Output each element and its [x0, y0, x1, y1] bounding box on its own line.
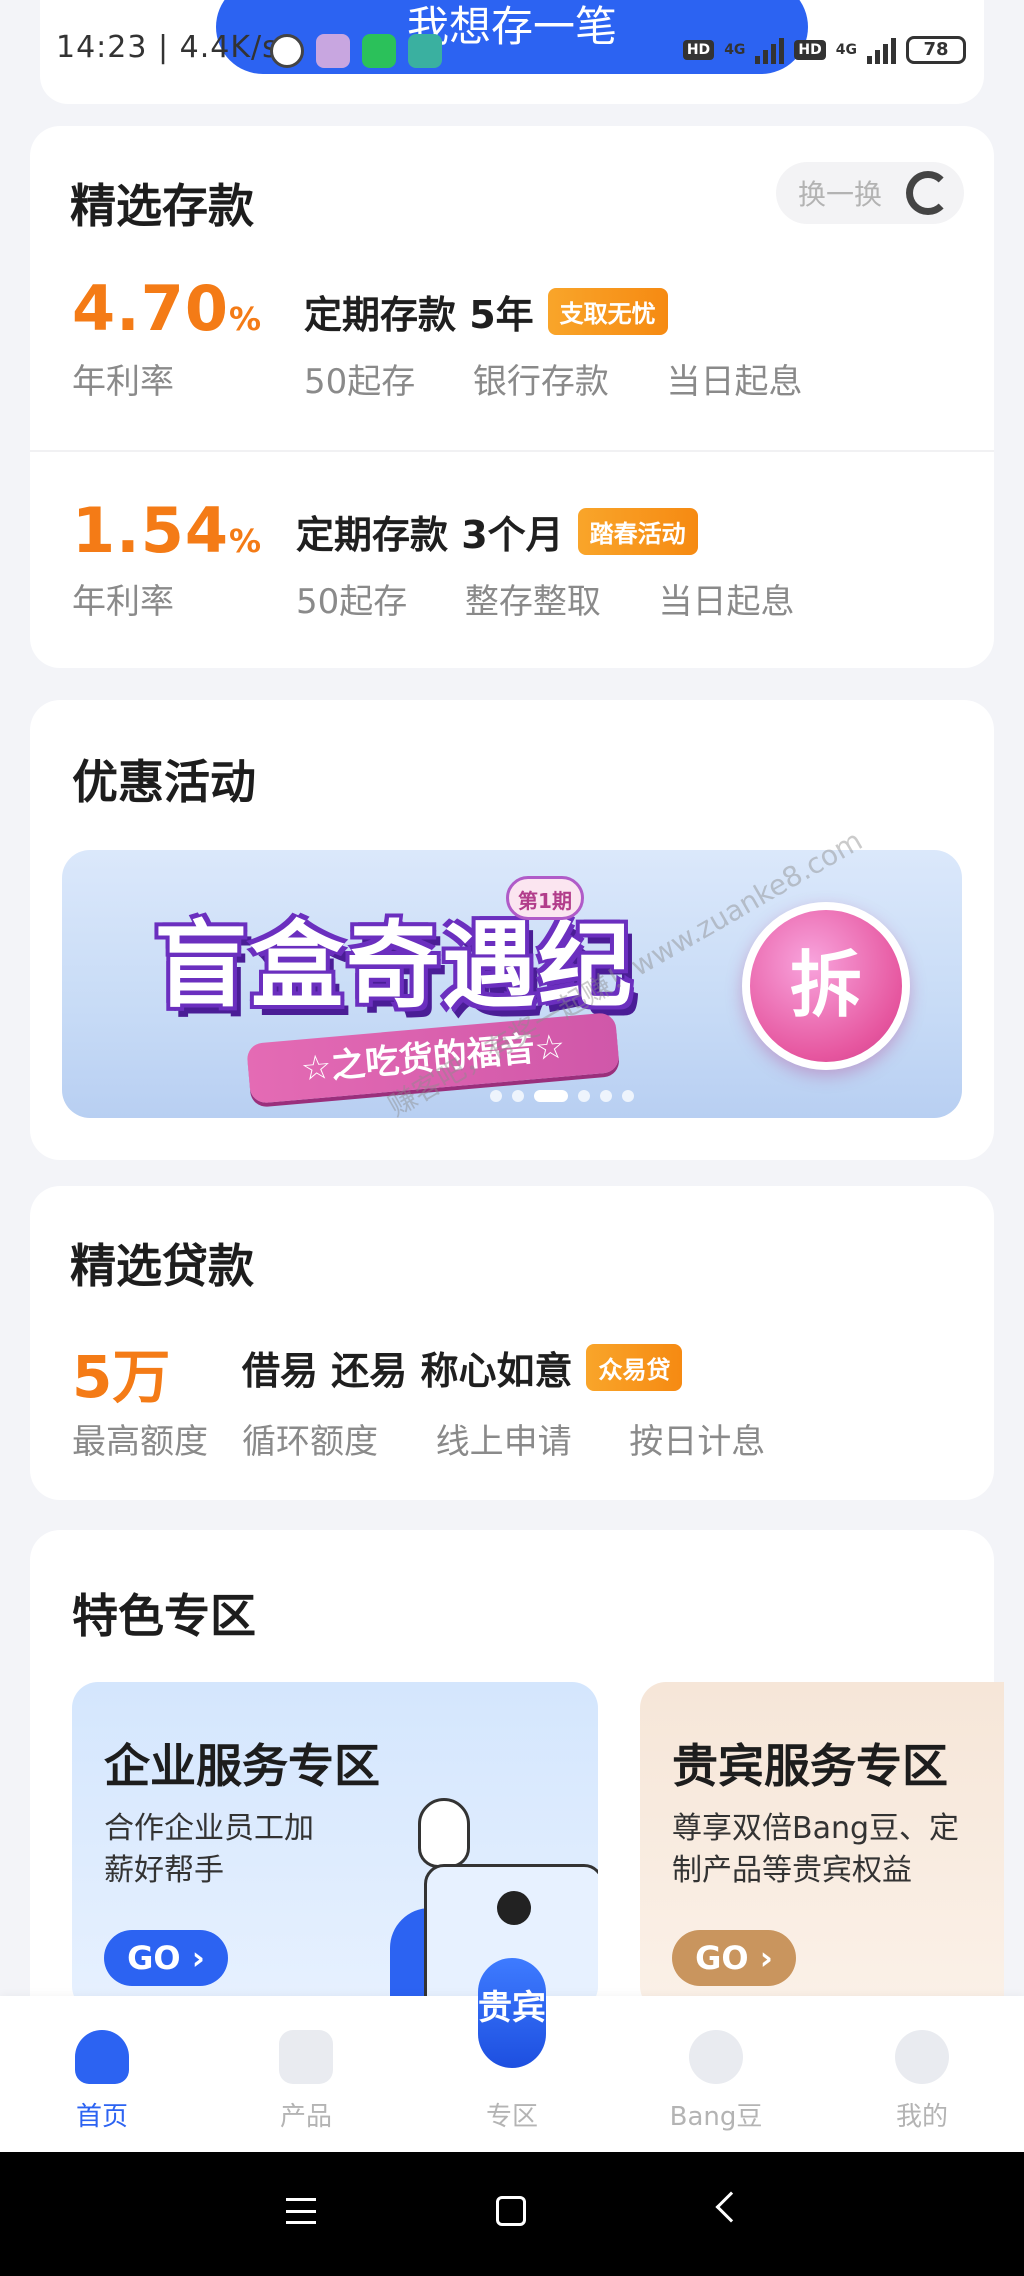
deposit-rate: 4.70% [72, 272, 262, 345]
hd-icon: HD [682, 40, 715, 60]
features-title: 特色专区 [72, 1589, 256, 1643]
tab-zone[interactable]: 专区 [452, 2030, 572, 2133]
status-right: HD 4G HD 4G 78 [682, 32, 966, 68]
banner-open-button[interactable]: 拆 [742, 902, 910, 1070]
bean-icon [689, 2030, 743, 2084]
deposit-name-row: 定期存款 5年 支取无忧 [304, 284, 668, 339]
loan-amount-label: 最高额度 [72, 1422, 208, 1462]
tab-products[interactable]: 产品 [246, 2030, 366, 2133]
go-button[interactable]: GO › [672, 1930, 796, 1986]
gallery-icon [316, 34, 350, 68]
refresh-button[interactable]: 换一换 [776, 162, 964, 224]
tab-profile[interactable]: 我的 [862, 2030, 982, 2133]
loan-tag: 众易贷 [586, 1344, 683, 1391]
product-icon [279, 2030, 333, 2084]
signal-icon [755, 36, 785, 64]
menu-icon[interactable] [286, 2198, 316, 2224]
profile-icon [895, 2030, 949, 2084]
status-time: 14:23 | 4.4K/s [56, 30, 279, 65]
banner-issue-badge: 第1期 [506, 876, 584, 920]
zone-desc: 合作企业员工加薪好帮手 [104, 1811, 314, 1888]
shield-icon [408, 34, 442, 68]
deposit-name: 定期存款 3个月 [296, 513, 564, 557]
deposits-title: 精选存款 [70, 179, 254, 233]
home-icon [75, 2030, 129, 2084]
promo-banner[interactable]: 盲盒奇遇纪 第1期 ☆之吃货的福音☆ 拆 [62, 850, 962, 1118]
hd-icon-2: HD [794, 40, 826, 60]
deposit-tag: 支取无忧 [547, 288, 668, 335]
deposit-rate-label: 年利率 [72, 362, 174, 402]
deposit-item-2[interactable]: 1.54% 年利率 定期存款 3个月 踏春活动 50起存 整存整取 当日起息 [30, 482, 994, 652]
deposit-rate-label: 年利率 [72, 582, 174, 622]
status-bar: 14:23 | 4.4K/s HD 4G HD 4G 78 [0, 0, 1024, 100]
tab-home[interactable]: 首页 [42, 2030, 162, 2133]
battery-icon: 78 [906, 36, 966, 64]
zone-desc: 尊享双倍Bang豆、定制产品等贵宾权益 [672, 1811, 960, 1888]
promotions-title: 优惠活动 [72, 755, 256, 809]
zone-card-vip[interactable]: 贵宾服务专区 尊享双倍Bang豆、定制产品等贵宾权益 GO › [640, 1682, 1004, 2012]
wechat-icon [362, 34, 396, 68]
alarm-icon [270, 34, 304, 68]
zone-title: 企业服务专区 [104, 1739, 380, 1793]
tab-bang-bean[interactable]: Bang豆 [656, 2030, 776, 2133]
deposit-name: 定期存款 5年 [304, 293, 534, 337]
loan-features: 循环额度 线上申请 按日计息 [242, 1422, 766, 1462]
signal-icon-2 [867, 36, 896, 64]
deposit-rate: 1.54% [72, 494, 262, 567]
loan-name-row: 借易 还易 称心如意 众易贷 [242, 1340, 683, 1395]
loans-title: 精选贷款 [70, 1239, 254, 1293]
deposit-features: 50起存 银行存款 当日起息 [304, 362, 803, 402]
deposit-features: 50起存 整存整取 当日起息 [296, 582, 795, 622]
deposit-name-row: 定期存款 3个月 踏春活动 [296, 504, 698, 559]
deposit-tag: 踏春活动 [577, 508, 698, 555]
loan-amount: 5万 [72, 1343, 171, 1411]
carousel-dots [490, 1090, 634, 1102]
loan-item[interactable]: 5万 最高额度 借易 还易 称心如意 众易贷 循环额度 线上申请 按日计息 [30, 1330, 994, 1470]
home-square-icon[interactable] [496, 2196, 526, 2226]
deposit-item-1[interactable]: 4.70% 年利率 定期存款 5年 支取无忧 50起存 银行存款 当日起息 [30, 262, 994, 440]
go-button[interactable]: GO › [104, 1930, 228, 1986]
refresh-icon [906, 171, 950, 215]
divider [30, 450, 994, 452]
loan-name: 借易 还易 称心如意 [242, 1349, 573, 1393]
zone-title: 贵宾服务专区 [672, 1739, 948, 1793]
